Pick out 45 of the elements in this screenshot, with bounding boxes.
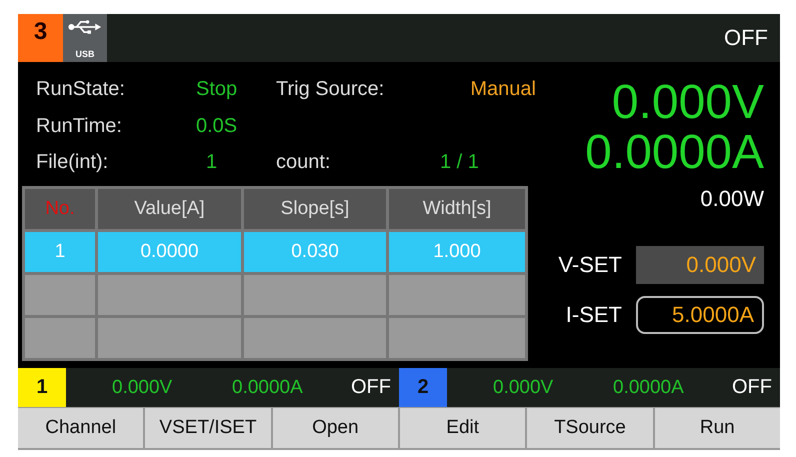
channel-output-state: OFF	[732, 376, 772, 399]
param-value: Manual	[470, 78, 536, 100]
channel-number: 2	[399, 368, 447, 407]
param-label: count:	[276, 150, 330, 174]
softkey-button[interactable]: VSET/ISET	[145, 408, 271, 448]
empty-cell	[25, 275, 95, 315]
usb-label: USB	[75, 49, 94, 59]
table-cell: 1	[25, 232, 95, 272]
column-header: Value[A]	[98, 189, 241, 229]
channel-voltage: 0.000V	[112, 376, 174, 398]
empty-cell	[25, 318, 95, 358]
setting-label: I-SET	[566, 302, 622, 328]
channel-output-state: OFF	[351, 376, 391, 399]
param-value: 1 / 1	[439, 150, 479, 174]
setting-field[interactable]: 5.0000A	[636, 296, 764, 334]
channel-number: 3	[18, 14, 63, 62]
column-header: Width[s]	[389, 189, 525, 229]
channel-current: 0.0000A	[232, 376, 304, 398]
channel-voltage: 0.000V	[493, 376, 554, 398]
column-header: Slope[s]	[244, 189, 386, 229]
column-header: No.	[25, 189, 95, 229]
channel-number: 1	[18, 368, 66, 407]
softkey-button[interactable]: Channel	[18, 408, 144, 448]
usb-icon	[68, 20, 102, 34]
voltage-reading: 0.000V	[612, 78, 764, 128]
param-label: RunTime:	[36, 114, 122, 138]
setting-field[interactable]: 0.000V	[636, 246, 764, 284]
output-state: OFF	[724, 25, 769, 51]
softkey-button[interactable]: TSource	[527, 408, 653, 448]
param-value: 0.0S	[196, 114, 238, 138]
param-label: RunState:	[36, 78, 125, 100]
power-reading: 0.00W	[700, 186, 764, 212]
param-value: 1	[205, 150, 218, 174]
table-cell: 0.0000	[98, 232, 241, 272]
current-reading: 0.0000A	[585, 128, 764, 178]
channel-current: 0.0000A	[613, 376, 685, 398]
setting-label: V-SET	[558, 252, 622, 278]
softkey-button[interactable]: Open	[272, 408, 398, 448]
table-cell: 0.030	[244, 232, 386, 272]
table-cell: 1.000	[389, 232, 525, 272]
param-label: File(int):	[36, 150, 108, 174]
param-label: Trig Source:	[276, 78, 384, 100]
param-value: Stop	[196, 78, 238, 100]
softkey-button[interactable]: Run	[654, 408, 780, 448]
softkey-button[interactable]: Edit	[400, 408, 526, 448]
